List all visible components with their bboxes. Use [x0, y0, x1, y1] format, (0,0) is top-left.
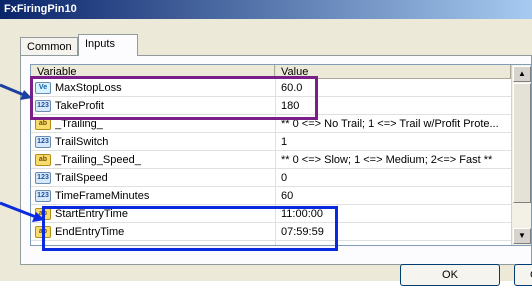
tab-inputs-label: Inputs — [85, 38, 115, 50]
table-row[interactable]: 123 TakeProfit 180 — [31, 97, 511, 115]
row-variable: MaxStopLoss — [55, 82, 122, 94]
scroll-down-button[interactable]: ▼ — [513, 228, 531, 244]
row-variable: EndEntryTime — [55, 226, 125, 238]
text-icon: ab — [35, 226, 51, 238]
row-variable: TrailSpeed — [55, 172, 108, 184]
table-row[interactable]: 123 TrailSpeed 0 — [31, 169, 511, 187]
header-variable[interactable]: Variable — [31, 65, 275, 79]
table-row[interactable]: ab _Trailing_ ** 0 <=> No Trail; 1 <=> Tra… — [31, 115, 511, 133]
table-row[interactable]: 123 TrailSwitch 1 — [31, 133, 511, 151]
row-value[interactable]: 0 — [281, 169, 509, 187]
text-icon: ab — [35, 118, 51, 130]
text-icon: ab — [35, 208, 51, 220]
title-bar[interactable]: FxFiringPin10 — [0, 0, 532, 19]
row-variable: StartEntryTime — [55, 208, 128, 220]
table-row[interactable]: ab _Trailing_Speed_ ** 0 <=> Slow; 1 <=> M… — [31, 151, 511, 169]
scroll-thumb[interactable] — [513, 83, 531, 203]
row-variable: TimeFrameMinutes — [55, 190, 150, 202]
row-value[interactable]: 1 — [281, 133, 509, 151]
row-value[interactable]: ** 0 <=> Slow; 1 <=> Medium; 2<=> Fast *… — [281, 151, 509, 169]
inputs-grid: Variable Value Ve MaxStopLoss 60.0 123 TakeP… — [30, 64, 532, 246]
number-icon: 123 — [35, 190, 51, 202]
row-variable: _Trailing_Speed_ — [55, 154, 141, 166]
table-row[interactable]: ab EndEntryTime 07:59:59 — [31, 223, 511, 241]
variable-icon: Ve — [35, 82, 51, 94]
table-row[interactable]: ab StartEntryTime 11:00:00 — [31, 205, 511, 223]
number-icon: 123 — [35, 172, 51, 184]
cancel-button[interactable]: C — [514, 264, 532, 286]
row-value[interactable]: ** 0 <=> No Trail; 1 <=> Trail w/Profit … — [281, 115, 509, 133]
tab-common-label: Common — [27, 41, 72, 53]
table-row[interactable]: Ve MaxStopLoss 60.0 — [31, 79, 511, 97]
row-variable: _Trailing_ — [55, 118, 103, 130]
grid-header: Variable Value — [31, 65, 511, 79]
row-value[interactable]: 11:00:00 — [281, 205, 509, 223]
table-row[interactable]: 123 TimeFrameMinutes 60 — [31, 187, 511, 205]
tab-common[interactable]: Common — [20, 37, 78, 56]
row-variable: TakeProfit — [55, 100, 104, 112]
dialog-window: FxFiringPin10 Common Inputs Variable Val… — [0, 0, 532, 286]
tab-inputs[interactable]: Inputs — [78, 34, 138, 56]
number-icon: 123 — [35, 136, 51, 148]
scroll-up-button[interactable]: ▲ — [513, 66, 531, 82]
window-title: FxFiringPin10 — [4, 3, 77, 15]
row-value[interactable]: 07:59:59 — [281, 223, 509, 241]
row-value[interactable]: 60 — [281, 187, 509, 205]
number-icon: 123 — [35, 100, 51, 112]
row-value[interactable]: 60.0 — [281, 79, 509, 97]
header-value[interactable]: Value — [275, 65, 511, 79]
ok-button[interactable]: OK — [400, 264, 500, 286]
row-value[interactable]: 180 — [281, 97, 509, 115]
vertical-scrollbar[interactable]: ▲ ▼ — [511, 65, 531, 245]
text-icon: ab — [35, 154, 51, 166]
row-variable: TrailSwitch — [55, 136, 109, 148]
